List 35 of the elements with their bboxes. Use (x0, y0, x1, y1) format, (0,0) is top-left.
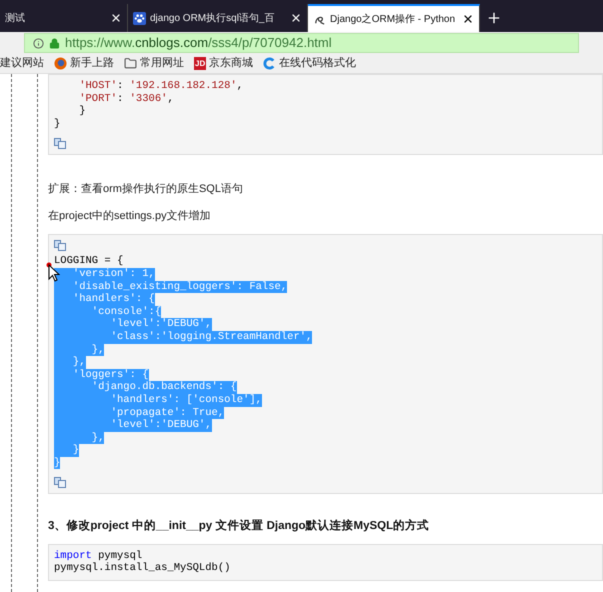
code-line: } (54, 118, 60, 130)
browser-tab[interactable]: Django之ORM操作 - Python (308, 4, 480, 32)
code-line: } (78, 105, 86, 118)
address-bar[interactable]: https://www.cnblogs.com/sss4/p/7070942.html (24, 33, 579, 53)
tab-title: django ORM执行sql语句_百 (150, 12, 276, 26)
code-line: 'PORT': '3306', (78, 92, 174, 105)
logo-badge: JD (194, 57, 206, 70)
lock-icon (49, 38, 60, 48)
code-line: LOGGING = { (54, 255, 124, 268)
close-icon[interactable] (462, 13, 474, 25)
url-text: https://www.cnblogs.com/sss4/p/7070942.html (65, 34, 332, 52)
copy-icon[interactable] (54, 477, 66, 488)
tab-title: 测试 (5, 12, 26, 26)
bookmark-item[interactable]: 建议网站 (0, 55, 44, 72)
bookmark-item[interactable]: JD 京东商城 (194, 55, 254, 72)
copy-icon[interactable] (54, 138, 66, 150)
code-line: import pymysql (54, 550, 142, 562)
code-line: pymysql.install_as_MySQLdb() (54, 562, 230, 575)
globe-icon (54, 57, 67, 70)
tab-title: Django之ORM操作 - Python (330, 12, 456, 26)
folder-icon (124, 57, 137, 70)
section-heading: 3、修改project 中的__init__py 文件设置 Django默认连接MySQL的方式 (48, 518, 430, 534)
bookmark-item[interactable]: 新手上路 (54, 55, 114, 72)
paw-icon (133, 12, 146, 24)
paragraph: 扩展：查看orm操作执行的原生SQL语句 (48, 182, 244, 198)
copy-icon[interactable] (54, 240, 66, 252)
c-logo-icon (263, 57, 276, 70)
info-icon[interactable] (33, 38, 44, 48)
bookmark-item[interactable]: 常用网址 (124, 55, 184, 72)
close-icon[interactable] (290, 12, 302, 24)
new-tab-icon[interactable] (486, 10, 502, 26)
paragraph: 在project中的settings.py文件增加 (48, 208, 212, 224)
bookmark-item[interactable]: 在线代码格式化 (263, 55, 356, 72)
close-icon[interactable] (110, 12, 122, 24)
code-line: 'HOST': '192.168.182.128', (78, 80, 244, 93)
